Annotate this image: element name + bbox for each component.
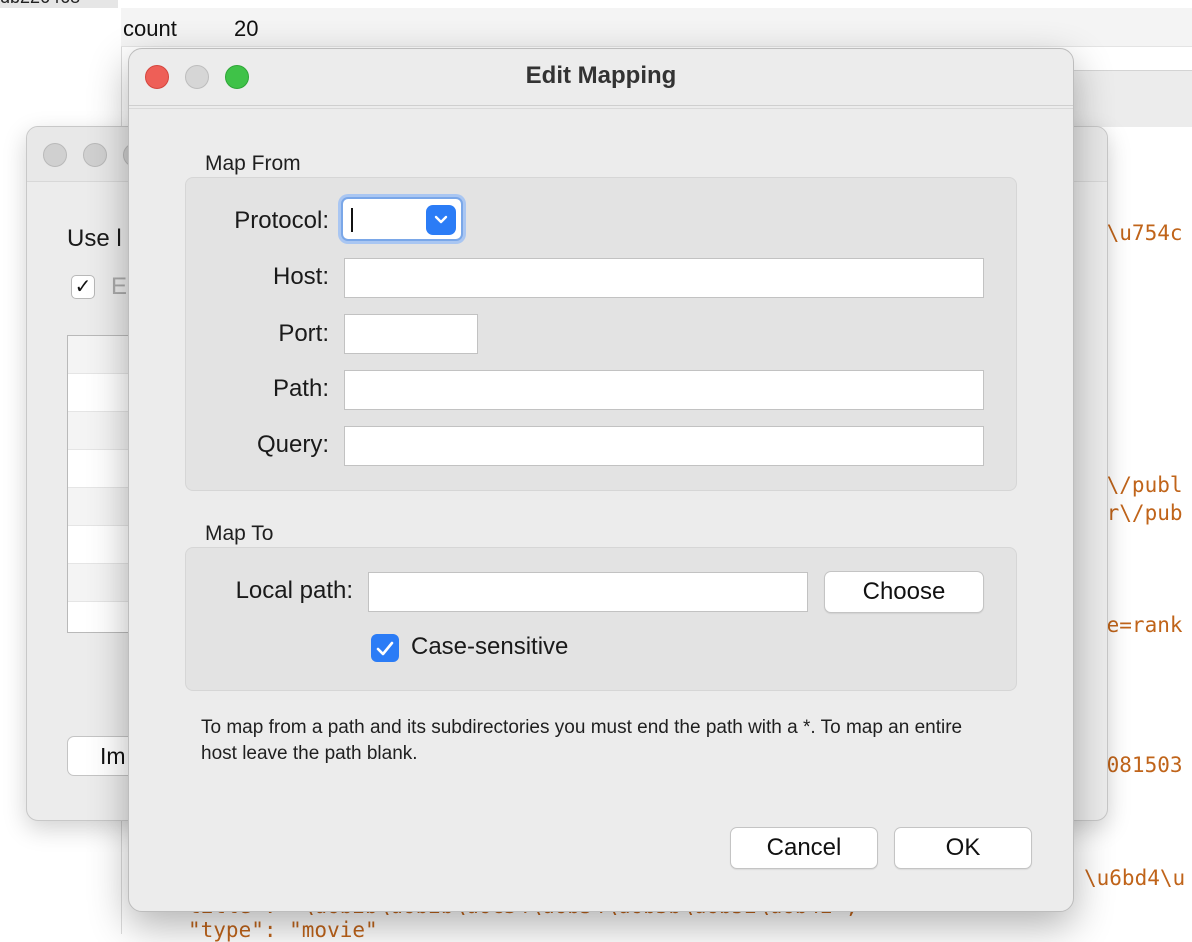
host-label: Host: — [272, 263, 329, 290]
protocol-select[interactable] — [341, 197, 463, 241]
dialog-titlebar: Edit Mapping — [129, 49, 1073, 109]
use-local-label: Use l — [67, 225, 122, 252]
port-field[interactable] — [344, 314, 478, 354]
count-value: 20 — [234, 16, 259, 41]
query-label: Query: — [256, 431, 329, 458]
json-fragment: \u6bd4\u — [1084, 866, 1186, 890]
port-label: Port: — [278, 320, 329, 347]
dialog-title: Edit Mapping — [525, 62, 677, 89]
close-button-inactive[interactable] — [43, 143, 67, 167]
background-top-fragment: db226468 — [0, 0, 80, 8]
map-from-label: Map From — [205, 152, 301, 175]
minimize-button-inactive[interactable] — [83, 143, 107, 167]
help-text: To map from a path and its subdirectorie… — [201, 717, 963, 764]
chevron-down-icon[interactable] — [426, 205, 456, 235]
local-path-field[interactable] — [368, 572, 808, 612]
case-sensitive-checkbox[interactable] — [371, 634, 399, 662]
text-caret — [351, 208, 353, 232]
background-toolbar-band — [1072, 70, 1192, 127]
protocol-label: Protocol: — [234, 207, 329, 234]
choose-button[interactable]: Choose — [824, 571, 984, 613]
case-sensitive-label: Case-sensitive — [411, 633, 569, 660]
background-count-row: count 20 — [121, 8, 1192, 47]
host-field[interactable] — [344, 258, 984, 298]
enable-checkbox[interactable]: ✓ — [71, 275, 95, 299]
path-field[interactable] — [344, 370, 984, 410]
json-fragment: "type": "movie" — [188, 918, 378, 942]
count-key: count — [123, 16, 177, 41]
path-label: Path: — [272, 375, 329, 402]
query-field[interactable] — [344, 426, 984, 466]
local-path-label: Local path: — [235, 577, 353, 604]
map-to-label: Map To — [205, 522, 274, 545]
ok-button[interactable]: OK — [894, 827, 1032, 869]
edit-mapping-dialog: Edit Mapping Map From Protocol: Host: Po… — [128, 48, 1074, 912]
cancel-button[interactable]: Cancel — [730, 827, 878, 869]
background-top-strip: db226468 — [0, 0, 118, 8]
enable-checkbox-label: E — [111, 273, 128, 300]
map-to-group — [185, 547, 1017, 691]
